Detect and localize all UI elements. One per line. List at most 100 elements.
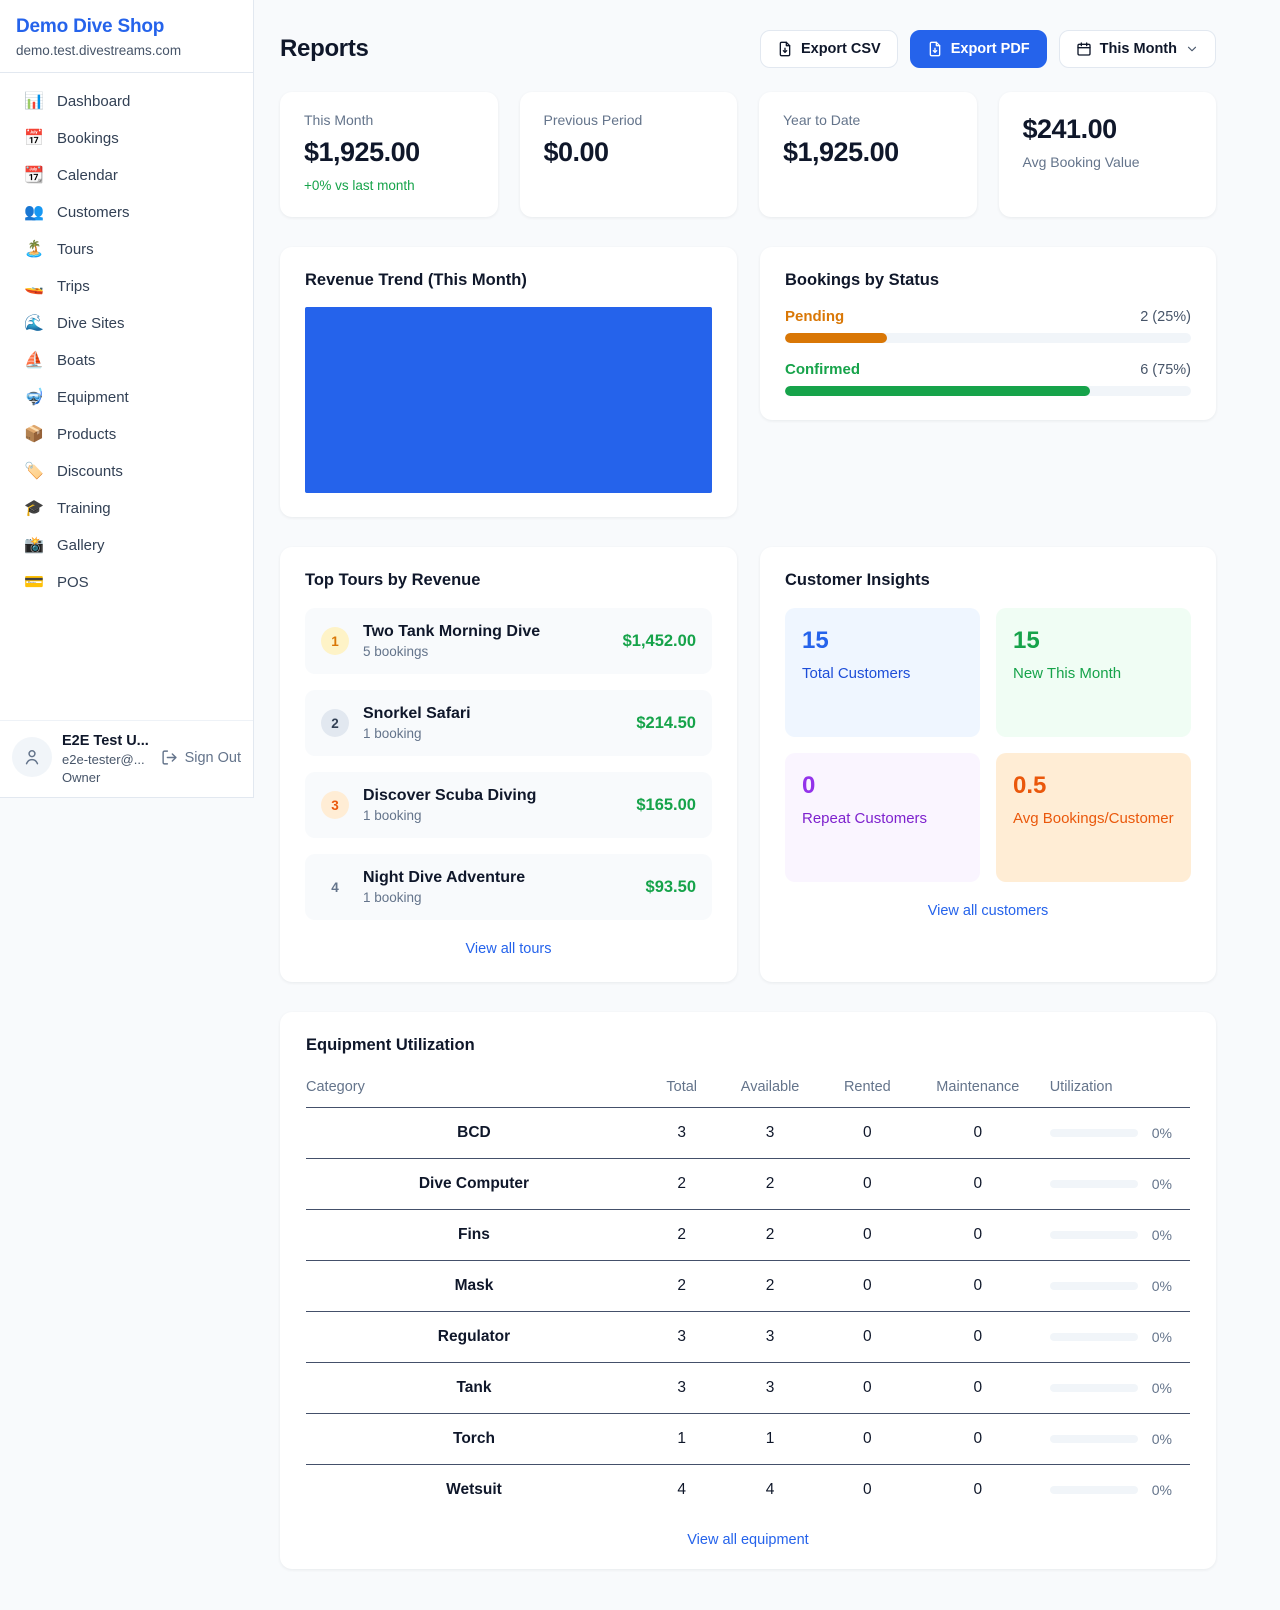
user-name: E2E Test U... [62,733,149,749]
sidebar-item-trips[interactable]: 🚤 Trips [0,268,253,305]
calendar-date-icon: 📅 [24,131,44,147]
people-icon: 👥 [24,205,44,221]
insight-tile-new-this-month: 15 New This Month [996,608,1191,737]
progress-fill-pending [785,333,887,343]
sidebar-item-equipment[interactable]: 🤿 Equipment [0,379,253,416]
sidebar-item-boats[interactable]: ⛵ Boats [0,342,253,379]
sidebar-item-label: Customers [57,204,130,221]
sidebar-item-calendar[interactable]: 📆 Calendar [0,157,253,194]
sidebar-item-pos[interactable]: 💳 POS [0,564,253,601]
tour-row[interactable]: 2 Snorkel Safari 1 booking $214.50 [305,690,712,756]
cell-utilization: 0% [1040,1465,1190,1516]
sidebar-item-dive-sites[interactable]: 🌊 Dive Sites [0,305,253,342]
export-pdf-button[interactable]: Export PDF [910,30,1047,68]
table-row: Tank 3 3 0 0 0% [306,1363,1190,1414]
cell-rented: 0 [819,1465,916,1516]
tour-bookings: 1 booking [363,890,525,905]
cell-rented: 0 [819,1210,916,1261]
status-row-pending: Pending 2 (25%) [785,308,1191,343]
cell-total: 4 [642,1465,722,1516]
cell-category: Regulator [306,1312,642,1363]
sign-out-label: Sign Out [185,750,241,766]
tour-row[interactable]: 4 Night Dive Adventure 1 booking $93.50 [305,854,712,920]
logout-icon [161,749,178,766]
sidebar-item-dashboard[interactable]: 📊 Dashboard [0,83,253,120]
reports-page: Demo Dive Shop demo.test.divestreams.com… [0,0,1280,1610]
insight-label: Avg Bookings/Customer [1013,810,1174,827]
stat-value: $0.00 [544,137,714,168]
sidebar-item-customers[interactable]: 👥 Customers [0,194,253,231]
table-row: Wetsuit 4 4 0 0 0% [306,1465,1190,1516]
equipment-utilization-card: Equipment Utilization Category Total Ava… [280,1012,1216,1569]
tour-row[interactable]: 1 Two Tank Morning Dive 5 bookings $1,45… [305,608,712,674]
view-all-tours-link[interactable]: View all tours [466,941,552,957]
cell-category: Tank [306,1363,642,1414]
sidebar-item-label: POS [57,574,89,591]
insight-value: 15 [1013,627,1174,655]
cell-total: 2 [642,1210,722,1261]
utilization-percent: 0% [1152,1125,1172,1141]
page-title: Reports [280,35,369,63]
utilization-track [1050,1129,1138,1137]
brand-block: Demo Dive Shop demo.test.divestreams.com [0,0,253,73]
person-icon [22,747,42,767]
customer-insights-card: Customer Insights 15 Total Customers 15 … [760,547,1216,982]
bookings-by-status-title: Bookings by Status [785,271,1191,290]
insight-label: Total Customers [802,665,963,682]
revenue-trend-card: Revenue Trend (This Month) [280,247,737,517]
insight-label: Repeat Customers [802,810,963,827]
sign-out-button[interactable]: Sign Out [161,749,241,766]
table-row: Mask 2 2 0 0 0% [306,1261,1190,1312]
sidebar-nav: 📊 Dashboard 📅 Bookings 📆 Calendar 👥 Cust… [0,73,253,720]
utilization-percent: 0% [1152,1278,1172,1294]
cell-utilization: 0% [1040,1108,1190,1159]
sidebar: Demo Dive Shop demo.test.divestreams.com… [0,0,254,798]
sidebar-item-label: Trips [57,278,90,295]
sidebar-item-discounts[interactable]: 🏷️ Discounts [0,453,253,490]
view-all-customers-link[interactable]: View all customers [928,903,1049,919]
sidebar-item-label: Discounts [57,463,123,480]
utilization-percent: 0% [1152,1380,1172,1396]
export-csv-button[interactable]: Export CSV [760,30,898,68]
cell-rented: 0 [819,1159,916,1210]
cell-available: 4 [721,1465,818,1516]
rank-badge: 1 [321,627,349,655]
sidebar-item-tours[interactable]: 🏝️ Tours [0,231,253,268]
brand-name[interactable]: Demo Dive Shop [16,16,237,38]
table-row: Regulator 3 3 0 0 0% [306,1312,1190,1363]
tour-row[interactable]: 3 Discover Scuba Diving 1 booking $165.0… [305,772,712,838]
view-all-equipment-link[interactable]: View all equipment [687,1532,808,1548]
cell-utilization: 0% [1040,1363,1190,1414]
sidebar-item-gallery[interactable]: 📸 Gallery [0,527,253,564]
sidebar-item-training[interactable]: 🎓 Training [0,490,253,527]
main-content: Reports Export CSV Export PDF This Month [280,0,1216,1595]
user-meta: E2E Test U... e2e-tester@... Owner [62,733,149,785]
period-selector[interactable]: This Month [1059,30,1216,68]
cell-maintenance: 0 [916,1312,1040,1363]
stat-value: $1,925.00 [304,137,474,168]
sidebar-item-products[interactable]: 📦 Products [0,416,253,453]
utilization-track [1050,1333,1138,1341]
sidebar-item-label: Tours [57,241,94,258]
sidebar-item-bookings[interactable]: 📅 Bookings [0,120,253,157]
tour-name: Discover Scuba Diving [363,787,536,805]
cell-maintenance: 0 [916,1108,1040,1159]
user-footer: E2E Test U... e2e-tester@... Owner Sign … [0,720,253,797]
cell-total: 3 [642,1363,722,1414]
speedboat-icon: 🚤 [24,279,44,295]
cell-rented: 0 [819,1414,916,1465]
cell-utilization: 0% [1040,1159,1190,1210]
cell-maintenance: 0 [916,1261,1040,1312]
utilization-track [1050,1282,1138,1290]
sidebar-item-label: Calendar [57,167,118,184]
cell-utilization: 0% [1040,1312,1190,1363]
sidebar-item-label: Gallery [57,537,105,554]
insight-value: 15 [802,627,963,655]
col-header-total: Total [642,1069,722,1108]
tearoff-calendar-icon: 📆 [24,168,44,184]
cell-available: 2 [721,1210,818,1261]
status-row-confirmed: Confirmed 6 (75%) [785,361,1191,396]
rank-badge: 3 [321,791,349,819]
export-csv-label: Export CSV [801,41,881,57]
tour-revenue: $214.50 [636,714,696,733]
